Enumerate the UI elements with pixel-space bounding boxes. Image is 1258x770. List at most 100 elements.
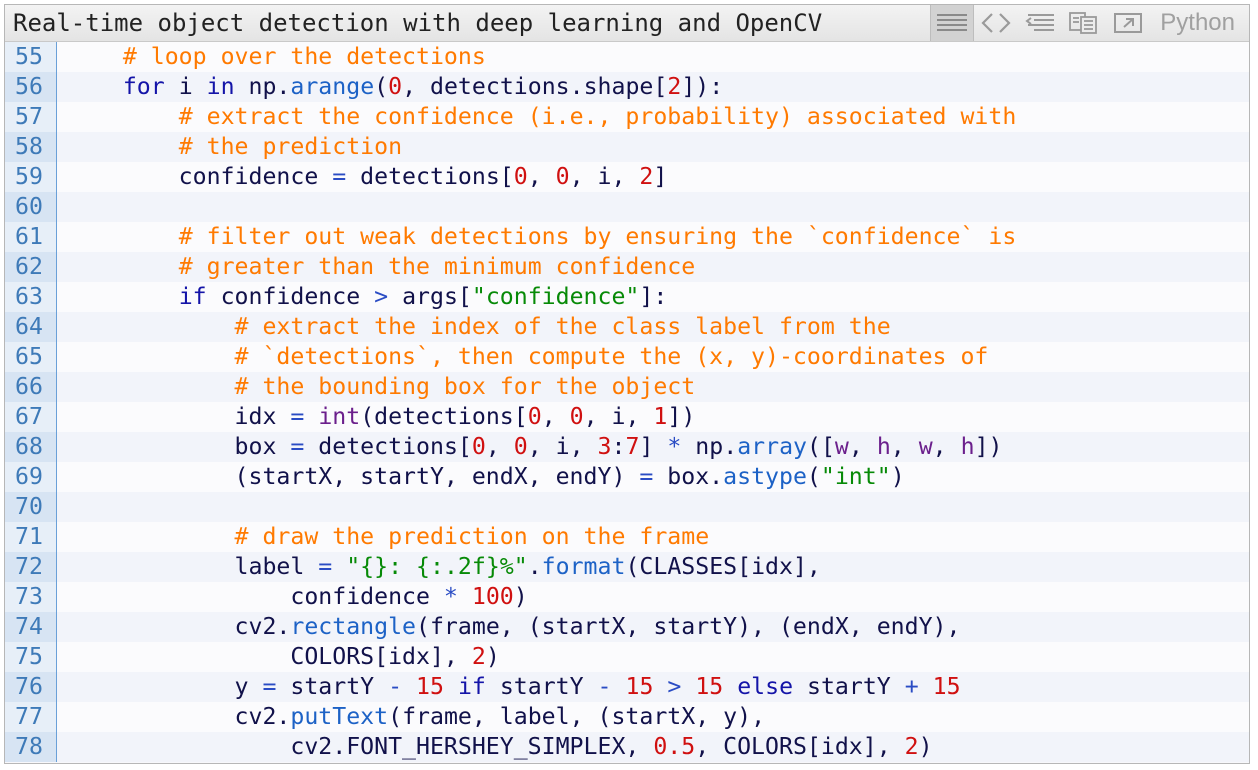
code-token: "confidence": [471, 283, 640, 310]
code-token: cv2.FONT_HERSHEY_SIMPLEX,: [67, 733, 654, 760]
line-number: 68: [5, 432, 57, 462]
code-token: ,: [890, 433, 919, 460]
code-token: 7: [625, 433, 640, 460]
code-token: box.: [653, 463, 724, 490]
code-token: , i,: [527, 433, 598, 460]
line-number: 63: [5, 282, 57, 312]
code-token: format: [541, 553, 626, 580]
code-line-text: cv2.rectangle(frame, (startX, startY), (…: [57, 612, 961, 642]
code-line: 62 # greater than the minimum confidence: [5, 252, 1249, 282]
code-token: 0.5: [653, 733, 696, 760]
code-line-text: COLORS[idx], 2): [57, 642, 499, 672]
code-token: ): [513, 583, 528, 610]
code-toolbar: Python: [930, 5, 1249, 41]
line-number: 78: [5, 732, 57, 762]
code-line-text: # loop over the detections: [57, 42, 486, 72]
code-line-text: # extract the index of the class label f…: [57, 312, 891, 342]
open-external-icon[interactable]: [1106, 5, 1150, 41]
code-line-text: # `detections`, then compute the (x, y)-…: [57, 342, 989, 372]
code-line-text: (startX, startY, endX, endY) = box.astyp…: [57, 462, 905, 492]
code-token: (detections[: [360, 403, 528, 430]
code-line: 55 # loop over the detections: [5, 42, 1249, 72]
code-token: label: [67, 553, 319, 580]
code-token: ]: [653, 163, 668, 190]
code-token: 2: [904, 733, 919, 760]
code-token: # extract the index of the class label f…: [234, 313, 891, 340]
language-label: Python: [1160, 9, 1235, 36]
code-token: arange: [290, 73, 375, 100]
code-token: 100: [471, 583, 514, 610]
code-token: 2: [667, 73, 682, 100]
code-token: # filter out weak detections by ensuring…: [178, 223, 1017, 250]
code-token: 1: [653, 403, 668, 430]
code-line-text: # extract the confidence (i.e., probabil…: [57, 102, 1017, 132]
code-token: 0: [513, 163, 528, 190]
line-number: 65: [5, 342, 57, 372]
code-brackets-icon[interactable]: [974, 5, 1018, 41]
code-line: 73 confidence * 100): [5, 582, 1249, 612]
code-token: 0: [471, 433, 486, 460]
code-token: startY: [276, 673, 389, 700]
code-token: *: [443, 583, 458, 610]
code-token: ): [918, 733, 933, 760]
code-token: 15: [416, 673, 444, 700]
code-token: ]): [974, 433, 1003, 460]
line-number: 77: [5, 702, 57, 732]
code-token: startY: [793, 673, 905, 700]
code-token: ]: [639, 433, 668, 460]
code-token: i: [164, 73, 207, 100]
code-line: 68 box = detections[0, 0, i, 3:7] * np.a…: [5, 432, 1249, 462]
code-token: cv2.: [67, 613, 291, 640]
code-title: Real-time object detection with deep lea…: [13, 9, 823, 37]
code-line-text: for i in np.arange(0, detections.shape[2…: [57, 72, 723, 102]
code-line: 77 cv2.putText(frame, label, (startX, y)…: [5, 702, 1249, 732]
code-token: y: [67, 673, 263, 700]
line-number: 74: [5, 612, 57, 642]
code-line: 60: [5, 192, 1249, 222]
code-line-text: y = startY - 15 if startY - 15 > 15 else…: [57, 672, 961, 702]
code-token: # loop over the detections: [122, 43, 486, 70]
code-token: , i,: [583, 403, 654, 430]
code-token: putText: [290, 703, 389, 730]
code-line-text: cv2.FONT_HERSHEY_SIMPLEX, 0.5, COLORS[id…: [57, 732, 933, 762]
code-token: -: [597, 673, 612, 700]
code-token: , detections.shape[: [402, 73, 668, 100]
view-source-icon[interactable]: [930, 5, 975, 41]
line-number: 70: [5, 492, 57, 522]
code-line: 78 cv2.FONT_HERSHEY_SIMPLEX, 0.5, COLORS…: [5, 732, 1249, 762]
code-token: *: [667, 433, 682, 460]
code-line: 66 # the bounding box for the object: [5, 372, 1249, 402]
copy-icon[interactable]: [1062, 5, 1106, 41]
code-line: 72 label = "{}: {:.2f}%".format(CLASSES[…: [5, 552, 1249, 582]
code-line-text: # filter out weak detections by ensuring…: [57, 222, 1017, 252]
code-line: 69 (startX, startY, endX, endY) = box.as…: [5, 462, 1249, 492]
code-token: # draw the prediction on the frame: [234, 523, 710, 550]
code-token: ([: [807, 433, 835, 460]
code-token: (CLASSES[idx],: [625, 553, 821, 580]
code-token: 0: [555, 163, 570, 190]
code-token: >: [374, 283, 389, 310]
code-token: confidence: [206, 283, 375, 310]
code-token: 15: [932, 673, 961, 700]
code-token: 0: [513, 433, 528, 460]
code-token: array: [737, 433, 807, 460]
code-line-text: box = detections[0, 0, i, 3:7] * np.arra…: [57, 432, 1003, 462]
code-token: ]:: [639, 283, 668, 310]
code-line: 61 # filter out weak detections by ensur…: [5, 222, 1249, 252]
line-number: 73: [5, 582, 57, 612]
wrap-lines-icon[interactable]: [1018, 5, 1062, 41]
line-number: 69: [5, 462, 57, 492]
code-token: ,: [485, 433, 514, 460]
